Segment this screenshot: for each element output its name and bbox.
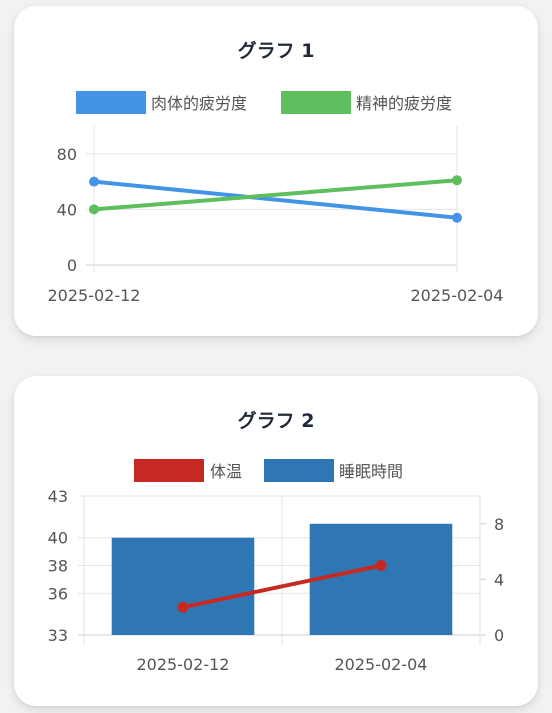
bar: [309, 523, 453, 635]
series-line: [92, 179, 459, 220]
data-point: [452, 175, 462, 186]
y-right-tick-label: 8: [494, 515, 504, 534]
series-line: [92, 178, 459, 212]
y-tick-label: 40: [48, 529, 68, 548]
legend-label: 体温: [210, 462, 242, 481]
data-point: [375, 560, 387, 571]
y-tick-label: 80: [57, 145, 77, 164]
legend-swatch: [264, 459, 334, 482]
data-point: [452, 212, 462, 223]
bar-line-chart: 体温 睡眠時間 33 36 38 40 43 0 4 8 2025-02-12 2025-02-0…: [48, 459, 504, 674]
y-tick-label: 36: [48, 584, 68, 603]
x-tick-label: 2025-02-04: [411, 286, 504, 305]
bar: [111, 537, 255, 635]
y-right-tick-label: 0: [494, 626, 504, 645]
y-tick-label: 33: [48, 626, 68, 645]
y-tick-label: 38: [48, 557, 68, 576]
x-tick-label: 2025-02-12: [137, 655, 230, 674]
x-tick-label: 2025-02-12: [48, 286, 141, 305]
y-tick-label: 40: [57, 200, 77, 219]
legend-label: 肉体的疲労度: [151, 94, 247, 113]
chart-card-2: グラフ 2 体温 睡眠時間 33 36 38 40 43 0 4 8 2025-02-12 202…: [14, 376, 538, 706]
legend-label: 睡眠時間: [339, 462, 403, 481]
data-point: [177, 601, 189, 613]
y-tick-label: 0: [67, 256, 77, 275]
legend-swatch: [134, 459, 204, 482]
x-tick-label: 2025-02-04: [335, 655, 428, 674]
legend-swatch: [76, 91, 146, 114]
legend-label: 精神的疲労度: [356, 94, 452, 113]
legend-swatch: [281, 91, 351, 114]
y-right-tick-label: 4: [494, 570, 504, 589]
y-tick-label: 43: [48, 487, 68, 506]
line-chart: 肉体的疲労度 精神的疲労度 0 40 80 2025-02-12 2025-02-04: [48, 91, 504, 305]
data-point: [89, 204, 99, 215]
data-point: [89, 176, 99, 187]
chart-card-1: グラフ 1 肉体的疲労度 精神的疲労度 0 40 80 2025-02-12 2025-…: [14, 6, 538, 336]
